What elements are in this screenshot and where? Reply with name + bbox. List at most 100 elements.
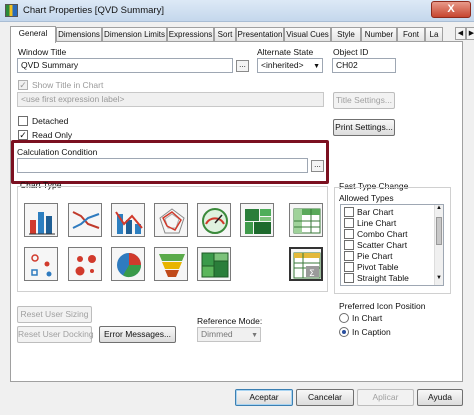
allowed-types-label: Allowed Types [339, 193, 394, 203]
object-id-label: Object ID [333, 47, 369, 57]
reset-user-sizing-button[interactable]: Reset User Sizing [17, 306, 92, 323]
allowed-type-label: Scatter Chart [357, 240, 408, 250]
object-id-input[interactable]: CH02 [332, 58, 396, 73]
reference-mode-label: Reference Mode: [197, 316, 263, 326]
line-chart-type-checkbox[interactable] [344, 217, 354, 228]
tab-font[interactable]: Font [397, 27, 425, 42]
bar-chart-button[interactable] [24, 203, 58, 237]
qlikview-app-icon [5, 4, 18, 17]
reset-user-docking-button[interactable]: Reset User Docking [17, 326, 94, 343]
window-title-input[interactable]: QVD Summary [17, 58, 233, 73]
gauge-chart-button[interactable] [197, 203, 231, 237]
calculation-condition-label: Calculation Condition [17, 147, 98, 157]
list-item[interactable]: Pie Chart [344, 250, 393, 262]
scatter-chart-type-checkbox[interactable] [344, 239, 354, 250]
tab-layout[interactable]: La [425, 27, 443, 42]
scroll-thumb[interactable] [436, 217, 442, 245]
detached-label: Detached [32, 116, 69, 126]
allowed-type-label: Line Chart [357, 218, 397, 228]
list-item[interactable]: Bar Chart [344, 206, 393, 218]
error-messages-button[interactable]: Error Messages... [99, 326, 176, 343]
funnel-chart-icon [159, 254, 185, 277]
radar-chart-button[interactable] [154, 203, 188, 237]
tab-dimension-limits[interactable]: Dimension Limits [102, 27, 167, 42]
combo-chart-type-checkbox[interactable] [344, 228, 354, 239]
alternate-state-value: <inherited> [261, 60, 304, 70]
in-caption-label: In Caption [352, 327, 391, 337]
allowed-type-label: Pie Chart [357, 251, 393, 261]
chevron-down-icon[interactable]: ▼ [435, 275, 443, 284]
tab-style[interactable]: Style [331, 27, 361, 42]
window-title-label: Window Title [18, 47, 67, 57]
list-item[interactable]: Line Chart [344, 217, 397, 229]
chart-title-input[interactable]: <use first expression label> [17, 92, 324, 107]
block-chart-button[interactable] [240, 203, 274, 237]
tab-sort[interactable]: Sort [214, 27, 236, 42]
list-item[interactable]: Pivot Table [344, 261, 398, 273]
grid-chart-button[interactable] [68, 247, 102, 281]
print-settings-button[interactable]: Print Settings... [333, 119, 395, 136]
calculation-condition-input[interactable] [17, 158, 308, 173]
detached-checkbox[interactable] [18, 116, 28, 126]
chevron-up-icon[interactable]: ▲ [435, 205, 443, 214]
tab-visual-cues[interactable]: Visual Cues [284, 27, 331, 42]
mekko-chart-button[interactable] [197, 247, 231, 281]
pie-chart-icon [117, 253, 141, 278]
chevron-left-icon[interactable]: ◀ [455, 27, 466, 40]
tab-strip: General Dimensions Dimension Limits Expr… [10, 26, 474, 43]
accept-button[interactable]: Aceptar [235, 389, 293, 406]
allowed-type-label: Straight Table [357, 273, 409, 283]
funnel-chart-button[interactable] [154, 247, 188, 281]
read-only-checkbox[interactable]: ✓ [18, 130, 28, 140]
line-chart-button[interactable] [68, 203, 102, 237]
pivot-table-type-checkbox[interactable] [344, 261, 354, 272]
straight-table-button[interactable]: Σ [289, 247, 323, 281]
read-only-label: Read Only [32, 130, 73, 140]
pivot-table-button[interactable] [289, 203, 323, 237]
straight-table-type-checkbox[interactable] [344, 272, 354, 283]
in-chart-radio[interactable] [339, 313, 349, 323]
list-item[interactable]: Scatter Chart [344, 239, 408, 251]
chart-properties-dialog: Chart Properties [QVD Summary] X General… [0, 0, 474, 415]
allowed-type-label: Combo Chart [357, 229, 408, 239]
close-button[interactable]: X [431, 1, 471, 18]
tab-expressions[interactable]: Expressions [167, 27, 214, 42]
show-title-label: Show Title in Chart [32, 80, 104, 90]
tab-dimensions[interactable]: Dimensions [56, 27, 102, 42]
scatter-chart-icon [31, 254, 52, 277]
straight-table-icon: Σ [293, 252, 321, 279]
in-chart-label: In Chart [352, 313, 383, 323]
help-button[interactable]: Ayuda [417, 389, 463, 406]
pie-chart-button[interactable] [111, 247, 145, 281]
chevron-right-icon[interactable]: ▶ [466, 27, 474, 40]
alternate-state-label: Alternate State [257, 47, 314, 57]
show-title-checkbox[interactable]: ✓ [18, 80, 28, 90]
reference-mode-select[interactable]: Dimmed ▼ [197, 327, 261, 342]
allowed-types-list[interactable]: Bar Chart Line Chart Combo Chart Scatter… [340, 204, 444, 286]
combo-chart-button[interactable] [111, 203, 145, 237]
cancel-button[interactable]: Cancelar [296, 389, 354, 406]
bar-chart-type-checkbox[interactable] [344, 206, 354, 217]
icon-position-label: Preferred Icon Position [339, 301, 426, 311]
block-chart-icon [245, 209, 271, 234]
list-item[interactable]: Straight Table [344, 272, 409, 284]
tab-number[interactable]: Number [361, 27, 397, 42]
grid-chart-icon [75, 255, 96, 276]
alternate-state-select[interactable]: <inherited> ▼ [257, 58, 323, 73]
tab-scroll-buttons: ◀ ▶ [455, 27, 474, 40]
mekko-chart-icon [201, 252, 229, 278]
tab-presentation[interactable]: Presentation [236, 27, 284, 42]
pie-chart-type-checkbox[interactable] [344, 250, 354, 261]
list-item[interactable]: Combo Chart [344, 228, 408, 240]
title-bar[interactable]: Chart Properties [QVD Summary] X [0, 0, 474, 22]
list-scrollbar[interactable]: ▲ ▼ [434, 205, 443, 285]
in-caption-radio[interactable] [339, 327, 349, 337]
title-settings-button[interactable]: Title Settings... [333, 92, 395, 109]
apply-button[interactable]: Aplicar [357, 389, 414, 406]
window-title-ellipsis-button[interactable]: ... [236, 60, 249, 72]
tab-general[interactable]: General [10, 26, 56, 43]
gauge-chart-icon [202, 208, 228, 234]
svg-text:Σ: Σ [309, 269, 315, 279]
scatter-chart-button[interactable] [24, 247, 58, 281]
calculation-condition-ellipsis-button[interactable]: ... [311, 160, 324, 172]
